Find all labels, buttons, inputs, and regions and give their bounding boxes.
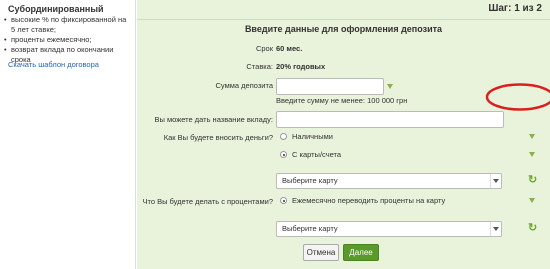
radio-transfer-interest-label: Ежемесячно переводить проценты на карту — [292, 196, 446, 205]
deposit-type-title: Субординированный — [8, 4, 104, 14]
download-contract-link[interactable]: Скачать шаблон договора — [8, 60, 99, 69]
cancel-button[interactable]: Отмена — [303, 244, 339, 261]
interest-card-select[interactable]: Выберите карту — [276, 221, 502, 237]
deposit-features-list: высокие % по фиксированной на 5 лет став… — [3, 15, 131, 65]
refresh-icon[interactable]: ↻ — [528, 175, 537, 186]
list-item: высокие % по фиксированной на 5 лет став… — [3, 15, 131, 35]
sidebar: Субординированный высокие % по фиксирова… — [0, 0, 136, 269]
term-label: Срок — [255, 44, 273, 53]
term-value: 60 мес. — [276, 44, 303, 53]
step-indicator: Шаг: 1 из 2 — [488, 3, 542, 14]
deposit-method-label: Как Вы будете вносить деньги? — [163, 133, 273, 142]
card-select-value: Выберите карту — [282, 176, 338, 185]
name-label: Вы можете дать название вкладу: — [154, 115, 273, 124]
amount-hint: Введите сумму не менее: 100 000 грн — [276, 96, 408, 105]
interest-card-select-value: Выберите карту — [282, 224, 338, 233]
list-item: проценты ежемесячно; — [3, 35, 131, 45]
radio-cash-label: Наличными — [292, 132, 333, 141]
deposit-form-panel: Шаг: 1 из 2 Введите данные для оформлени… — [137, 0, 550, 269]
deposit-name-input[interactable] — [276, 111, 504, 128]
rate-value: 20% годовых — [276, 62, 326, 71]
card-select[interactable]: Выберите карту — [276, 173, 502, 189]
chevron-down-icon — [490, 174, 501, 188]
help-icon[interactable] — [529, 152, 536, 157]
amount-label: Сумма депозита — [215, 81, 274, 90]
radio-cash[interactable] — [280, 133, 287, 140]
form-title: Введите данные для оформления депозита — [244, 24, 443, 34]
rate-label: Ставка: — [246, 62, 273, 71]
divider — [137, 19, 550, 20]
next-button[interactable]: Далее — [343, 244, 379, 261]
help-icon[interactable] — [529, 198, 536, 203]
radio-card-label: С карты/счета — [292, 150, 342, 159]
radio-card[interactable] — [280, 151, 287, 158]
chevron-down-icon — [490, 222, 501, 236]
interest-label: Что Вы будете делать с процентами? — [142, 197, 273, 206]
amount-input[interactable] — [276, 78, 384, 95]
help-icon[interactable] — [529, 134, 536, 139]
red-annotation-circle — [485, 83, 550, 111]
help-icon[interactable] — [387, 84, 394, 89]
radio-transfer-interest[interactable] — [280, 197, 287, 204]
refresh-icon[interactable]: ↻ — [528, 223, 537, 234]
